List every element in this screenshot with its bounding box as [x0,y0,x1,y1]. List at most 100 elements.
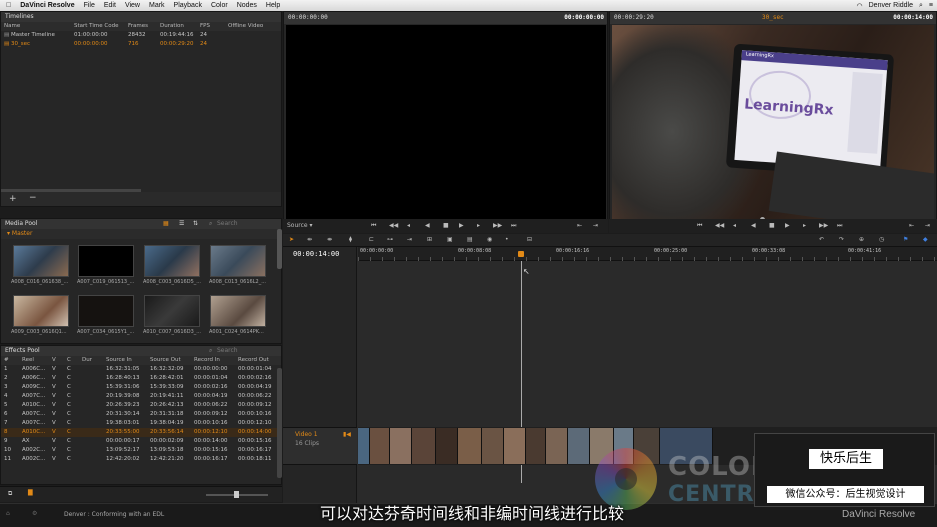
col-offline[interactable]: Offline Video [225,22,281,31]
timeline-clip[interactable] [390,428,412,464]
menu-file[interactable]: File [84,2,95,9]
add-timeline-button[interactable]: + [9,194,17,204]
menu-edit[interactable]: Edit [104,2,116,9]
col-source-out[interactable]: Source Out [147,356,191,365]
history-icon[interactable]: ◷ [879,236,884,243]
timeline-clip[interactable] [458,428,482,464]
col-v[interactable]: V [49,356,64,365]
apple-menu-icon[interactable]:  [6,2,11,9]
flag-color-icon[interactable]: ⚑ [903,236,908,243]
zoom-slider-handle[interactable] [234,491,239,498]
bin-master[interactable]: ▾ Master [1,229,281,239]
marker-icon[interactable]: • [505,236,509,243]
col-source-in[interactable]: Source In [103,356,147,365]
fast-forward-icon[interactable]: ▶▶ [493,222,502,229]
menu-help[interactable]: Help [266,2,280,9]
menu-playback[interactable]: Playback [174,2,202,9]
frame-back-icon[interactable]: ◂ [733,222,736,229]
clip-thumbnail[interactable] [13,295,69,327]
play-reverse-icon[interactable]: ◀ [425,222,430,229]
search-icon[interactable]: ⌕ [209,219,212,229]
clip-thumbnail[interactable] [78,245,134,277]
menu-nodes[interactable]: Nodes [237,2,257,9]
home-icon[interactable]: ⌂ [6,510,10,517]
step-back-icon[interactable]: ◀◀ [389,222,398,229]
frame-forward-icon[interactable]: ▸ [477,222,480,229]
table-row[interactable]: 10 A002C... V C 13:09:52:17 13:09:53:18 00:00:… [1,446,281,455]
timeline-clip[interactable] [568,428,590,464]
timeline-clip[interactable] [546,428,568,464]
step-back-icon[interactable]: ◀◀ [715,222,724,229]
play-icon[interactable]: ▶ [785,222,790,229]
replace-icon[interactable]: ▣ [447,236,453,243]
blade-tool-icon[interactable]: ⧫ [349,236,352,243]
effects-search-input[interactable]: Search [217,346,238,356]
selection-tool-icon[interactable]: ➤ [289,236,294,243]
skip-end-icon[interactable]: ⏭ [837,222,842,230]
clip-thumbnail[interactable] [78,295,134,327]
frame-back-icon[interactable]: ◂ [407,222,410,229]
source-video-frame[interactable] [286,25,606,223]
sort-icon[interactable]: ⇅ [193,219,198,229]
undo-icon[interactable]: ↶ [819,236,824,243]
table-row[interactable]: 3 A009C... V C 15:39:31:06 15:39:33:09 00:00:0… [1,383,281,392]
insert-icon[interactable]: ⇥ [407,236,412,243]
table-row[interactable]: ▤ Master Timeline 01:00:00:00 28432 00:1… [1,31,281,40]
table-row[interactable]: 6 A007C... V C 20:31:30:14 20:31:31:18 00:00:0… [1,410,281,419]
menu-mark[interactable]: Mark [149,2,165,9]
edl-scrollbar[interactable] [277,368,282,478]
play-reverse-icon[interactable]: ◀ [751,222,756,229]
link-icon[interactable]: ⊶ [387,236,393,243]
search-icon[interactable]: ⌕ [209,346,212,356]
play-icon[interactable]: ▶ [459,222,464,229]
grid-view-icon[interactable]: ▦ [163,219,169,229]
media-pool-scrollbar[interactable] [277,229,282,269]
fast-forward-icon[interactable]: ▶▶ [819,222,828,229]
timelines-scrollbar[interactable] [1,189,141,192]
col-fps[interactable]: FPS [197,22,225,31]
col-record-in[interactable]: Record In [191,356,235,365]
record-video-frame[interactable]: LearningRx LearningRx [612,25,934,219]
table-row[interactable]: 5 A010C... V C 20:26:39:23 20:26:42:13 00:00:0… [1,401,281,410]
stop-icon[interactable]: ■ [769,222,775,229]
table-row[interactable]: 9 AX V C 00:00:00:17 00:00:02:09 00:00:14:00 00… [1,437,281,446]
col-reel[interactable]: Reel [19,356,49,365]
skip-start-icon[interactable]: ⏮ [371,222,376,230]
timeline-clip[interactable] [358,428,370,464]
playhead-handle[interactable] [518,251,524,257]
table-row[interactable]: 2 A006C... V C 16:28:40:13 16:28:42:01 00:00:0… [1,374,281,383]
table-row[interactable]: 1 A006C... V C 16:32:31:05 16:32:32:09 00:00:0… [1,365,281,374]
overwrite-icon[interactable]: ⊞ [427,236,432,243]
col-name[interactable]: Name [1,22,71,31]
mark-in-icon[interactable]: ⇤ [909,222,914,229]
timeline-clip[interactable] [436,428,458,464]
timeline-clip[interactable] [526,428,546,464]
list-view-icon[interactable]: ☰ [179,219,184,229]
dynamic-trim-icon[interactable]: ⇼ [327,236,332,243]
clip-thumbnail[interactable] [144,245,200,277]
trim-tool-icon[interactable]: ⇹ [307,236,312,243]
timeline-clip[interactable] [482,428,504,464]
marker-color-icon[interactable]: ◆ [923,236,928,243]
menu-view[interactable]: View [125,2,140,9]
col-num[interactable]: # [1,356,19,365]
remove-timeline-button[interactable]: − [29,193,37,203]
mark-out-icon[interactable]: ⇥ [925,222,930,229]
clip-thumbnail[interactable] [13,245,69,277]
redo-icon[interactable]: ↷ [839,236,844,243]
table-row[interactable]: 7 A007C... V C 19:38:03:01 19:38:04:19 00:00:1… [1,419,281,428]
collapse-icon[interactable]: ⧉ [8,490,12,498]
video-track-header[interactable]: Video 1 16 Clips ▮◀ [283,427,357,465]
menu-color[interactable]: Color [211,2,228,9]
clip-thumbnail[interactable] [144,295,200,327]
skip-start-icon[interactable]: ⏮ [697,222,702,230]
skip-end-icon[interactable]: ⏭ [511,222,516,230]
table-row[interactable]: 4 A007C... V C 20:19:39:08 20:19:41:11 00:00:0… [1,392,281,401]
clip-thumbnail[interactable] [210,295,266,327]
col-start[interactable]: Start Time Code [71,22,125,31]
table-row[interactable]: ▤ 30_sec 00:00:00:00 716 00:00:29:20 24 [1,40,281,49]
ripple-icon[interactable]: ◉ [487,236,492,243]
edl-import-icon[interactable]: ▇ [28,489,33,496]
clip-thumbnail[interactable] [210,245,266,277]
search-icon[interactable]: ⌕ [919,2,923,10]
